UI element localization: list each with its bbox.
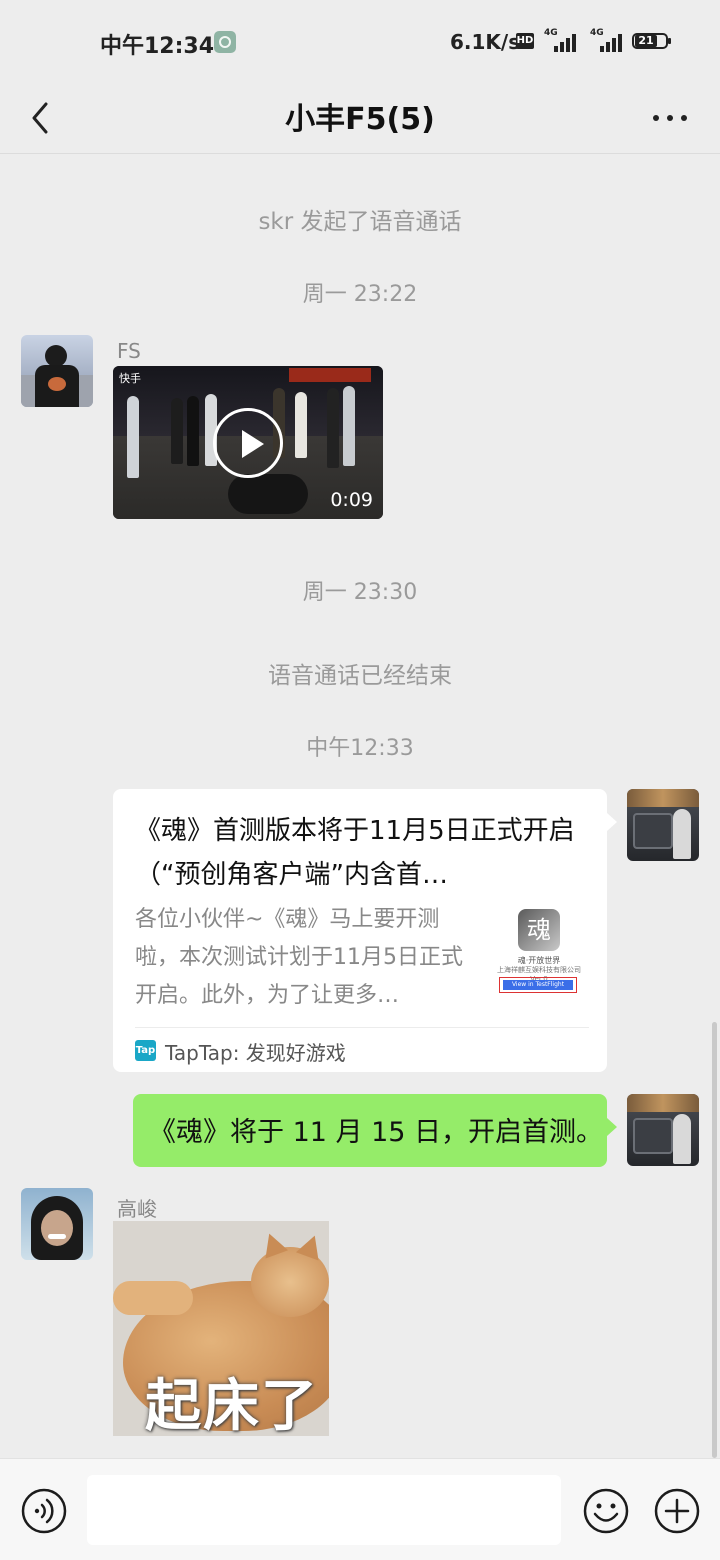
divider [135, 1027, 589, 1028]
link-card-description: 各位小伙伴~《魂》马上要开测啦，本次测试计划于11月5日正式开启。此外，为了让更… [135, 907, 463, 1008]
link-card-source: TapTap: 发现好游戏 [165, 1041, 346, 1065]
avatar-fs[interactable] [21, 335, 93, 407]
thumbnail-button: View in TestFlight [499, 977, 577, 993]
more-options-icon[interactable] [650, 98, 690, 138]
my-text-message[interactable]: 《魂》将于 11 月 15 日，开启首测。 [133, 1094, 617, 1167]
voice-input-icon[interactable] [20, 1487, 68, 1535]
video-watermark: 快手 [119, 372, 141, 385]
hd-icon: HD [516, 33, 534, 49]
battery-icon: 21 [632, 33, 671, 49]
system-message-call-ended: 语音通话已经结束 [268, 663, 452, 689]
message-text: 《魂》将于 11 月 15 日，开启首测。 [149, 1117, 604, 1148]
avatar-gaojun[interactable] [21, 1188, 93, 1260]
emoji-icon[interactable] [582, 1487, 630, 1535]
battery-level: 21 [635, 35, 657, 47]
timestamp: 周一 23:22 [302, 282, 418, 307]
avatar-me[interactable] [627, 1094, 699, 1166]
timestamp: 中午12:33 [306, 736, 414, 761]
video-message[interactable]: 快手 0:09 [113, 366, 383, 519]
link-card-title: 《魂》首测版本将于11月5日正式开启（“预创角客户端”内含首… [135, 816, 575, 890]
system-message-call-started: skr 发起了语音通话 [258, 209, 462, 235]
chat-title: 小丰F5(5) [285, 102, 435, 137]
message-input[interactable] [87, 1475, 561, 1545]
thumbnail-button-label: View in TestFlight [503, 980, 573, 990]
signal-icon-2: 4G [590, 28, 622, 52]
avatar-me[interactable] [627, 789, 699, 861]
play-icon[interactable] [213, 408, 283, 478]
scrollbar[interactable] [712, 1022, 717, 1458]
network-speed: 6.1K/s [450, 30, 521, 54]
video-duration: 0:09 [330, 489, 373, 511]
sticker-message[interactable]: 起床了 [113, 1221, 329, 1436]
network-type-2: 4G [590, 28, 604, 38]
plus-icon[interactable] [653, 1487, 701, 1535]
timestamp: 周一 23:30 [302, 580, 418, 605]
sticker-caption: 起床了 [145, 1374, 319, 1436]
status-time: 中午12:34 [100, 34, 215, 59]
link-card-thumbnail: 魂 魂·开放世界 上海祥麒互娱科技有限公司 Ver.0 View in Test… [491, 909, 587, 999]
signal-icon: 4G [544, 28, 576, 52]
network-type-1: 4G [544, 28, 558, 38]
sender-name-fs: FS [117, 339, 141, 363]
input-bar [0, 1458, 720, 1560]
sender-name-gaojun: 高峻 [117, 1197, 157, 1221]
taptap-icon: Tap [135, 1040, 156, 1061]
status-bar: 中午12:34 6.1K/s HD 4G 4G 21 [0, 0, 720, 84]
link-card-message[interactable]: 《魂》首测版本将于11月5日正式开启（“预创角客户端”内含首… 各位小伙伴~《魂… [113, 789, 617, 1072]
notification-app-icon [214, 31, 236, 53]
chat-header: 小丰F5(5) [0, 84, 720, 154]
game-logo-icon: 魂 [518, 909, 560, 951]
